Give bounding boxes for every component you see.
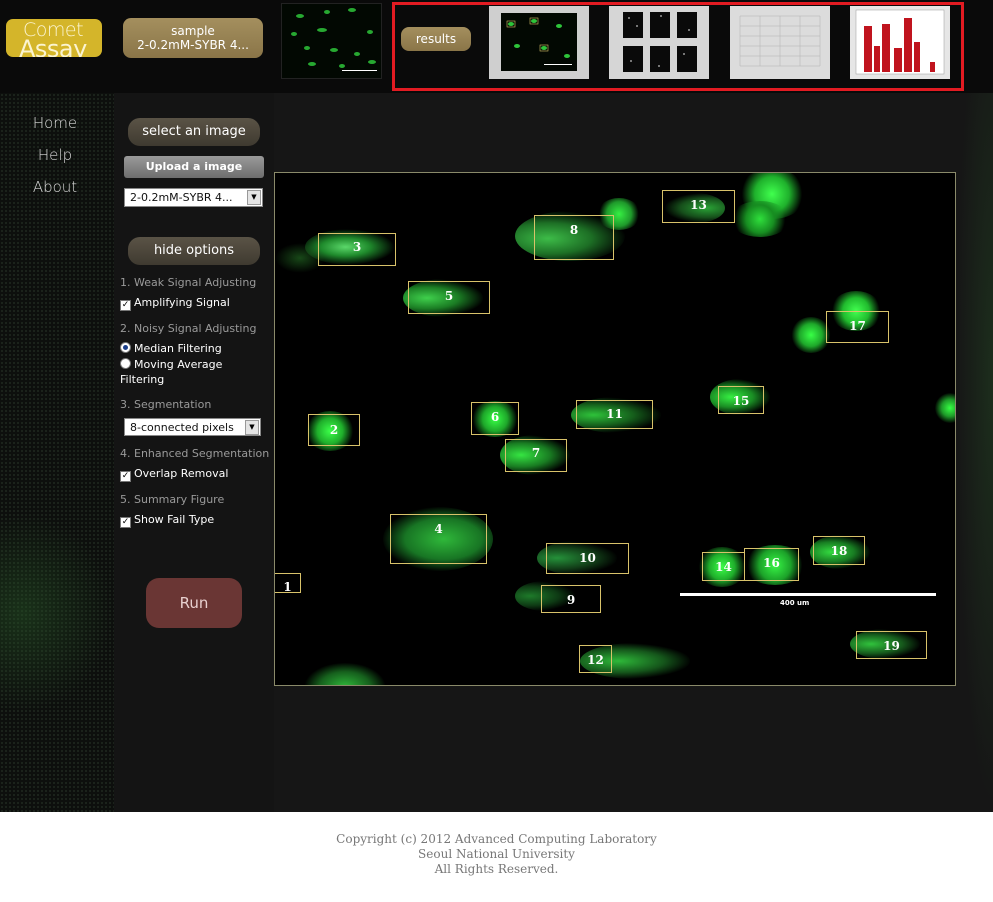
histogram-preview-image [850,6,950,79]
comet-box-16[interactable]: 16 [744,548,799,581]
table-preview-image [730,6,830,79]
comet-box-6[interactable]: 6 [471,402,519,435]
overlap-removal-option[interactable]: ✓ Overlap Removal [120,467,228,482]
segmentation-select[interactable]: 8-connected pixels ▼ [124,418,261,436]
comet-box-8[interactable]: 8 [534,215,614,260]
show-fail-type-option[interactable]: ✓ Show Fail Type [120,513,214,528]
background-glow [0,513,114,713]
hide-options-button[interactable]: hide options [128,237,260,265]
moving-average-option[interactable]: Moving Average [120,358,222,371]
moving-average-label-cont: Filtering [120,373,165,386]
footer: Copyright (c) 2012 Advanced Computing La… [0,812,993,902]
section-summary-figure-title: 5. Summary Figure [120,493,225,506]
moving-average-radio[interactable] [120,358,131,369]
image-select-value: 2-0.2mM-SYBR 4... [130,191,233,204]
left-navigation: Home Help About [0,93,114,812]
main-content: 1 2 3 4 5 6 7 8 9 10 11 12 13 14 15 16 1… [274,93,993,812]
amplifying-signal-option[interactable]: ✓ Amplifying Signal [120,296,230,311]
results-button[interactable]: results [401,27,471,51]
comet-box-11[interactable]: 11 [576,400,653,429]
amplifying-signal-checkbox[interactable]: ✓ [120,300,131,311]
comet-box-2[interactable]: 2 [308,414,360,446]
comet-box-17[interactable]: 17 [826,311,889,343]
chevron-down-icon[interactable]: ▼ [245,420,259,435]
result-thumbnail-detection[interactable] [489,6,589,79]
median-filtering-radio[interactable] [120,342,131,353]
comet-image-viewer[interactable]: 1 2 3 4 5 6 7 8 9 10 11 12 13 14 15 16 1… [274,172,956,686]
result-thumbnail-crops[interactable] [609,6,709,79]
upload-image-button[interactable]: Upload a image [124,156,264,178]
show-fail-type-label: Show Fail Type [134,513,215,526]
comet-box-3[interactable]: 3 [318,233,396,266]
background-glow-right [956,93,993,812]
result-thumbnail-histogram[interactable] [850,6,950,79]
comet-box-4[interactable]: 4 [390,514,487,564]
median-filtering-option[interactable]: Median Filtering [120,342,222,355]
select-image-button[interactable]: select an image [128,118,260,146]
overlap-removal-checkbox[interactable]: ✓ [120,471,131,482]
median-filtering-label: Median Filtering [134,342,222,355]
comet-box-1[interactable]: 1 [275,573,301,594]
section-noisy-signal-title: 2. Noisy Signal Adjusting [120,322,257,335]
scale-bar-label: 400 um [780,599,810,607]
show-fail-type-checkbox[interactable]: ✓ [120,517,131,528]
section-weak-signal-title: 1. Weak Signal Adjusting [120,276,257,289]
moving-average-label: Moving Average [134,358,223,371]
comet-box-13[interactable]: 13 [662,190,735,223]
footer-rights: All Rights Reserved. [434,862,559,876]
section-segmentation-title: 3. Segmentation [120,398,212,411]
options-panel: select an image Upload a image 2-0.2mM-S… [114,93,274,812]
comet-box-5[interactable]: 5 [408,281,490,314]
chevron-down-icon[interactable]: ▼ [247,190,261,205]
nav-about-link[interactable]: About [0,178,110,196]
run-button[interactable]: Run [146,578,242,628]
header: Comet Assay sample 2-0.2mM-SYBR 4... res… [0,0,993,93]
scale-bar [680,593,936,596]
detection-preview-image [489,6,589,79]
comet-box-19[interactable]: 19 [856,631,927,659]
footer-university: Seoul National University [418,847,575,861]
sample-button-label: sample [171,24,215,38]
crops-preview-image [609,6,709,79]
result-thumbnail-table[interactable] [730,6,830,79]
nav-help-link[interactable]: Help [0,146,110,164]
comet-box-7[interactable]: 7 [505,439,567,472]
amplifying-signal-label: Amplifying Signal [134,296,230,309]
segmentation-select-value: 8-connected pixels [130,421,234,434]
image-select[interactable]: 2-0.2mM-SYBR 4... ▼ [124,188,263,207]
comet-assay-logo[interactable]: Comet Assay [6,19,102,57]
comet-box-10[interactable]: 10 [546,543,629,574]
comet-box-15[interactable]: 15 [718,386,764,414]
comet-box-9[interactable]: 9 [541,585,601,613]
nav-home-link[interactable]: Home [0,114,110,132]
comet-box-14[interactable]: 14 [702,552,745,581]
logo-word-assay: Assay [19,35,87,57]
sample-button[interactable]: sample 2-0.2mM-SYBR 4... [123,18,263,58]
footer-copyright: Copyright (c) 2012 Advanced Computing La… [336,832,657,846]
comet-box-18[interactable]: 18 [813,536,865,565]
comet-box-12[interactable]: 12 [579,645,612,673]
sample-button-filename: 2-0.2mM-SYBR 4... [137,38,249,52]
overlap-removal-label: Overlap Removal [134,467,229,480]
sample-thumbnail[interactable] [281,3,382,79]
sample-thumbnail-image [282,4,381,78]
section-enhanced-segmentation-title: 4. Enhanced Segmentation [120,447,270,460]
